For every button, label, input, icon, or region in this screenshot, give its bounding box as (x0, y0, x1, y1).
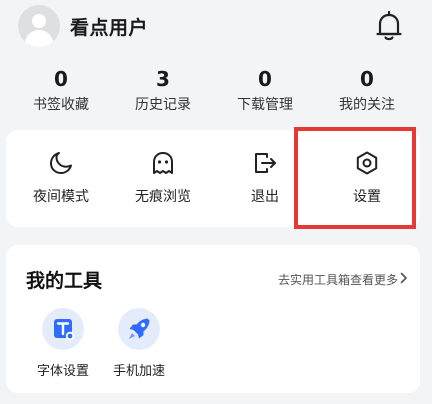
stats-row: 0 书签收藏 3 历史记录 0 下载管理 0 我的关注 (0, 66, 432, 124)
stat-label: 我的关注 (339, 97, 395, 113)
username[interactable]: 看点用户 (70, 13, 148, 40)
stat-history[interactable]: 3 历史记录 (113, 66, 213, 115)
my-tools-card: 我的工具 去实用工具箱查看更多 字体设置 手机加速 (6, 245, 420, 393)
settings-highlight-box (294, 127, 416, 229)
stat-label: 下载管理 (237, 97, 293, 113)
tools-title: 我的工具 (26, 270, 103, 292)
stat-value: 0 (54, 67, 68, 91)
exit-icon (255, 153, 276, 173)
stat-label: 历史记录 (135, 97, 191, 113)
chevron-right-icon[interactable] (400, 272, 408, 284)
moon-icon (50, 152, 72, 174)
night-mode-button[interactable]: 夜间模式 (11, 150, 111, 206)
stat-value: 3 (156, 67, 170, 91)
stat-label: 书签收藏 (33, 97, 89, 113)
user-avatar-icon[interactable] (18, 5, 60, 47)
stat-downloads[interactable]: 0 下载管理 (215, 66, 315, 115)
tool-label: 字体设置 (36, 364, 89, 379)
stat-bookmarks[interactable]: 0 书签收藏 (11, 66, 111, 115)
ghost-icon (153, 152, 173, 174)
incognito-button[interactable]: 无痕浏览 (113, 150, 213, 206)
stat-value: 0 (258, 67, 272, 91)
profile-header: 看点用户 (0, 0, 432, 56)
phone-boost-tool[interactable]: 手机加速 (104, 308, 174, 379)
tools-more-link[interactable]: 去实用工具箱查看更多 (278, 271, 398, 288)
tool-label: 手机加速 (112, 364, 165, 379)
action-label: 无痕浏览 (135, 189, 191, 205)
font-settings-tool[interactable]: 字体设置 (28, 308, 98, 379)
bell-icon[interactable] (375, 10, 403, 42)
action-label: 夜间模式 (33, 189, 89, 205)
rocket-icon (118, 308, 160, 350)
stat-value: 0 (360, 67, 374, 91)
stat-following[interactable]: 0 我的关注 (317, 66, 417, 115)
font-settings-icon (42, 308, 84, 350)
